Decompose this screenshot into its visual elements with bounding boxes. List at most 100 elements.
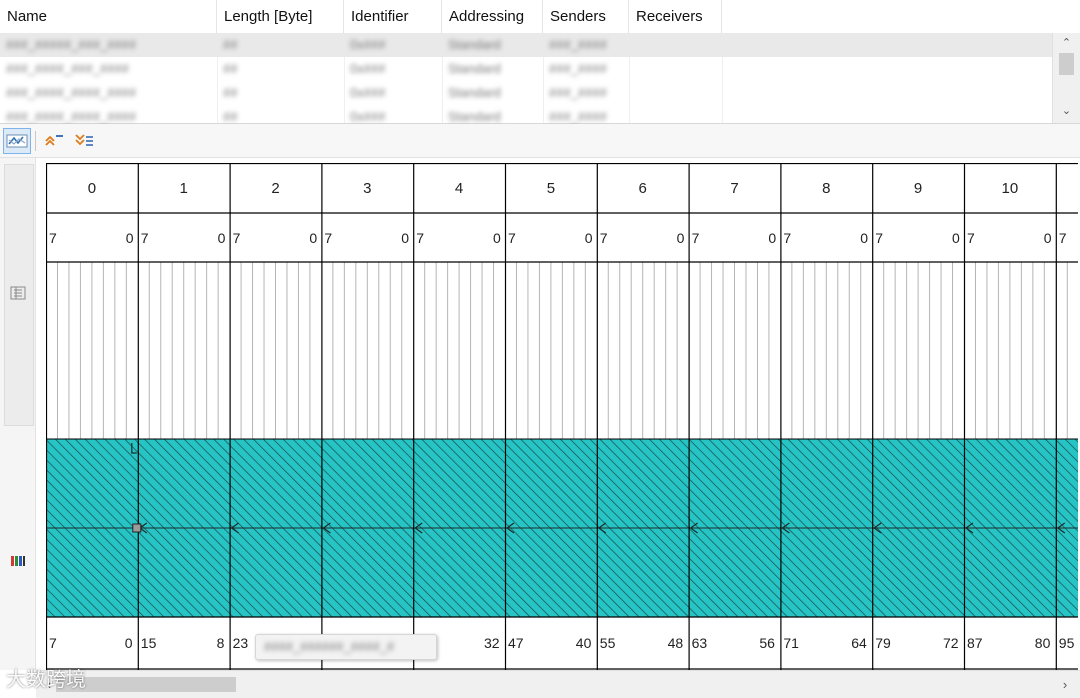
cell-length: ## xyxy=(223,61,238,76)
cell-senders: ###_#### xyxy=(549,37,607,52)
bit-number-high-label: 71 xyxy=(783,635,799,651)
cell-addressing: Standard xyxy=(448,61,501,76)
byte-header-0: 0 xyxy=(87,180,97,197)
signal-list-icon[interactable] xyxy=(8,286,28,303)
bit-number-high-label: 95 xyxy=(1058,635,1075,651)
byte-header-6: 6 xyxy=(638,180,647,197)
signal-layout-icon xyxy=(6,134,28,148)
cell-length: ## xyxy=(223,37,238,52)
scroll-thumb[interactable] xyxy=(1059,53,1074,75)
bit-number-high-label: 55 xyxy=(599,635,616,651)
cell-identifier: 0x### xyxy=(350,61,386,76)
bit-order-low-label: 0 xyxy=(309,230,318,246)
bit-order-low-label: 0 xyxy=(217,230,226,246)
bit-order-high-label: 7 xyxy=(599,230,608,246)
bit-number-low-label: 32 xyxy=(484,635,500,651)
cell-addressing: Standard xyxy=(448,85,501,100)
bit-number-high-label: 79 xyxy=(875,635,891,651)
bit-order-low-label: 0 xyxy=(493,230,501,246)
table-row[interactable]: ###_####_####_#### ## 0x### Standard ###_###… xyxy=(0,81,1052,105)
bit-order-high-label: 7 xyxy=(324,230,333,246)
bit-order-high-label: 7 xyxy=(691,230,700,246)
column-header-receivers[interactable]: Receivers xyxy=(629,0,722,33)
bit-number-low-label: 48 xyxy=(667,635,684,651)
bit-number-high-label: 87 xyxy=(967,635,983,651)
signal-name-label: ####_######_####_# xyxy=(264,639,395,654)
bit-number-low-label: 40 xyxy=(575,635,592,651)
bit-number-high-label: 23 xyxy=(232,635,249,651)
bit-order-high-label: 7 xyxy=(140,230,149,246)
table-row[interactable]: ###_#####_###_#### ## 0x### Standard ###_###… xyxy=(0,33,1052,57)
cell-senders: ###_#### xyxy=(549,85,607,100)
cell-identifier: 0x### xyxy=(350,37,386,52)
byte-header-9: 9 xyxy=(913,180,923,197)
move-down-button[interactable] xyxy=(70,128,98,154)
cell-name: ###_####_####_#### xyxy=(6,85,137,100)
bit-order-high-label: 7 xyxy=(967,230,975,246)
byte-header-10: 10 xyxy=(1001,180,1019,197)
layout-view-button[interactable] xyxy=(3,128,31,154)
signal-name-tooltip: ####_######_####_# xyxy=(255,634,437,660)
bit-order-high-label: 7 xyxy=(232,230,241,246)
messages-table: Name Length [Byte] Identifier Addressing Sen… xyxy=(0,0,1080,124)
scroll-down-icon[interactable]: ⌄ xyxy=(1053,101,1080,121)
scroll-right-icon[interactable]: › xyxy=(1056,675,1074,695)
bit-order-high-label: 7 xyxy=(49,230,57,246)
signal-start-marker xyxy=(132,523,142,533)
scroll-up-icon[interactable]: ⌃ xyxy=(1053,33,1080,53)
bit-order-high-label: 7 xyxy=(416,230,424,246)
bit-order-low-label: 0 xyxy=(768,230,777,246)
bit-order-low-label: 0 xyxy=(125,230,134,246)
column-header-addressing[interactable]: Addressing xyxy=(442,0,543,33)
column-header-length-byte[interactable]: Length [Byte] xyxy=(217,0,344,33)
bit-order-low-label: 0 xyxy=(401,230,409,246)
bit-number-high-label: 7 xyxy=(49,635,57,651)
cell-length: ## xyxy=(223,85,238,100)
move-up-button[interactable] xyxy=(40,128,68,154)
bit-order-low-label: 0 xyxy=(676,230,685,246)
cell-senders: ###_#### xyxy=(549,61,607,76)
layout-toolbar xyxy=(0,124,1080,158)
bit-order-high-label: 7 xyxy=(875,230,883,246)
byte-header-2: 2 xyxy=(271,180,280,197)
cell-identifier: 0x### xyxy=(350,85,386,100)
cell-name: ###_####_###_#### xyxy=(6,61,129,76)
bit-order-low-label: 0 xyxy=(860,230,868,246)
layout-grid-lines xyxy=(46,163,1078,670)
bit-order-high-label: 7 xyxy=(783,230,792,246)
vertical-scrollbar[interactable]: ⌃ ⌄ xyxy=(1052,33,1080,123)
toolbar-separator xyxy=(35,131,36,151)
byte-header-4: 4 xyxy=(454,180,464,197)
bit-order-low-label: 0 xyxy=(1043,230,1052,246)
bit-number-high-label: 63 xyxy=(691,635,708,651)
bit-number-low-label: 8 xyxy=(216,635,225,651)
column-header-senders[interactable]: Senders xyxy=(543,0,629,33)
column-header-identifier[interactable]: Identifier xyxy=(344,0,442,33)
bit-number-low-label: 80 xyxy=(1034,635,1051,651)
color-bar-icon[interactable] xyxy=(8,554,28,570)
watermark-text: 大数跨境 xyxy=(6,667,86,691)
byte-header-1: 1 xyxy=(179,180,188,197)
bit-number-low-label: 56 xyxy=(759,635,775,651)
move-up-icon xyxy=(45,135,63,146)
bit-order-high-label: 7 xyxy=(508,230,516,246)
column-header-name[interactable]: Name xyxy=(0,0,217,33)
bit-number-low-label: 72 xyxy=(943,635,959,651)
horizontal-scrollbar[interactable]: ‹ › xyxy=(36,670,1080,698)
bit-number-high-label: 15 xyxy=(140,635,157,651)
byte-header-8: 8 xyxy=(822,180,831,197)
byte-header-5: 5 xyxy=(546,180,556,197)
move-down-icon xyxy=(75,134,93,146)
byte-header-3: 3 xyxy=(363,180,372,197)
byte-header-7: 7 xyxy=(730,180,739,197)
signal-layout-grid[interactable]: 012345678910 707070158702316703124703932… xyxy=(46,163,1078,670)
bit-order-high-label: 7 xyxy=(1058,230,1067,246)
bit-number-low-label: 64 xyxy=(851,635,867,651)
cell-addressing: Standard xyxy=(448,37,501,52)
bit-order-low-label: 0 xyxy=(584,230,593,246)
table-row[interactable]: ###_####_###_#### ## 0x### Standard ###_#### xyxy=(0,57,1052,81)
bit-number-low-label: 0 xyxy=(124,635,133,651)
cell-name: ###_#####_###_#### xyxy=(6,37,137,52)
bit-order-low-label: 0 xyxy=(952,230,960,246)
bit-number-high-label: 47 xyxy=(508,635,524,651)
